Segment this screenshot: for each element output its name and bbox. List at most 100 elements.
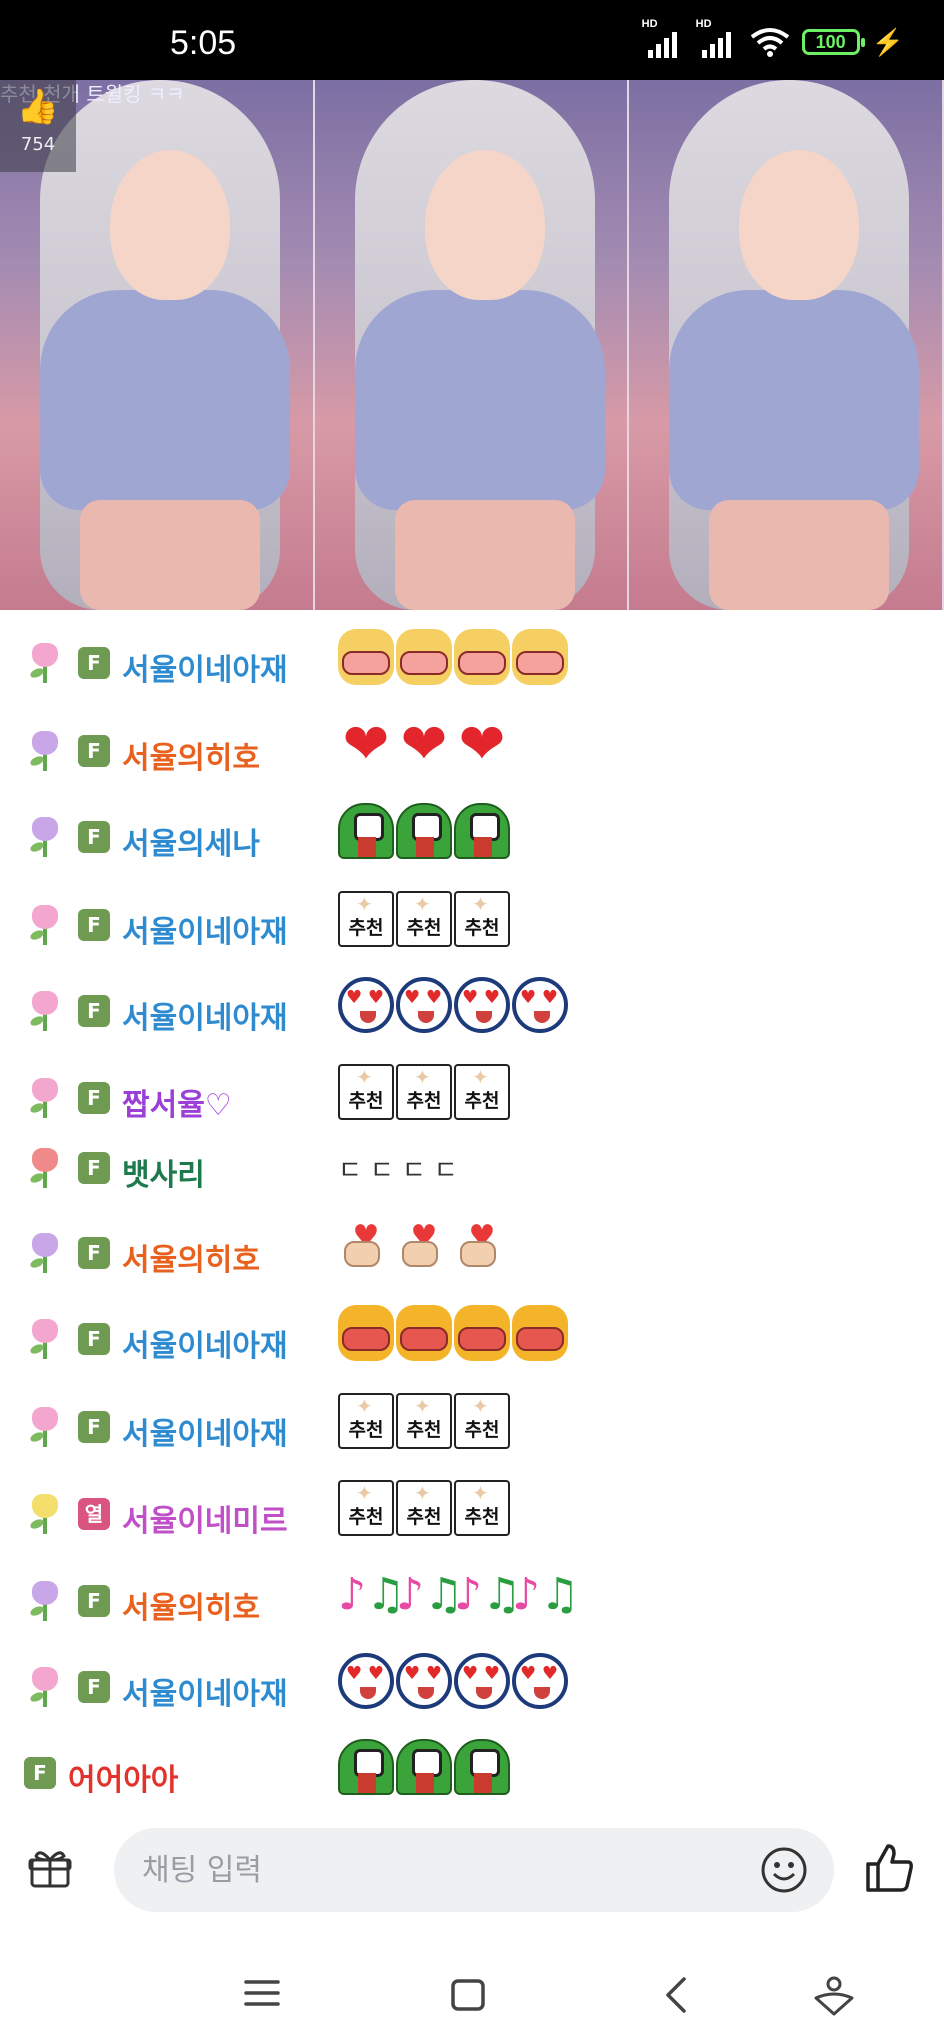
big-mouth-emoticon bbox=[512, 1305, 568, 1361]
emoticon-text: 추천 bbox=[464, 1506, 500, 1528]
emoticon-group bbox=[338, 1737, 510, 1797]
chat-nickname[interactable]: 서율의세나 bbox=[122, 819, 260, 863]
chat-message-row[interactable]: 열 서율이네미르 ✦ 추천 ✦ 추천 ✦ 추천 bbox=[0, 1466, 944, 1546]
finger-heart-emoticon: ♥ bbox=[338, 1219, 394, 1275]
chat-nickname[interactable]: 서율이네아재 bbox=[122, 1669, 288, 1713]
tulip-purple-icon bbox=[28, 1233, 62, 1273]
emoticon-text: 추천 bbox=[348, 1506, 384, 1528]
tulip-pink-icon bbox=[28, 1078, 62, 1118]
chat-nickname[interactable]: 서율의히호 bbox=[122, 1235, 260, 1279]
chat-input-bar bbox=[0, 1810, 944, 1930]
emoticon-group: ✦ 추천 ✦ 추천 ✦ 추천 bbox=[338, 1391, 510, 1451]
menu-icon[interactable] bbox=[244, 1978, 280, 2008]
live-video[interactable] bbox=[0, 80, 944, 610]
like-button-icon[interactable] bbox=[864, 1842, 916, 1894]
music-note-emoticon: ♪♫ bbox=[512, 1569, 580, 1620]
laughing-mouth-emoticon bbox=[338, 629, 394, 685]
red-heart-emoticon: ❤ bbox=[342, 712, 390, 777]
sparkle-icon: ✦ bbox=[472, 892, 489, 916]
chat-nickname[interactable]: 서율이네아재 bbox=[122, 645, 288, 689]
chat-message-row[interactable]: F 서율의히호 ❤ ❤ ❤ bbox=[0, 703, 944, 783]
tulip-pink-icon bbox=[28, 1319, 62, 1359]
tulip-yellow-icon bbox=[28, 1494, 62, 1534]
chat-message-row[interactable]: F 서율이네아재 ✦ 추천 ✦ 추천 ✦ 추천 bbox=[0, 1379, 944, 1459]
big-mouth-emoticon bbox=[338, 1305, 394, 1361]
chat-message-row[interactable]: F 뱃사리 ㄷㄷㄷㄷ bbox=[0, 1120, 944, 1200]
assistant-icon[interactable] bbox=[812, 1974, 856, 2018]
thumbs-up-icon: 👍 bbox=[16, 87, 60, 127]
chat-nickname[interactable]: 서율이네아재 bbox=[122, 1321, 288, 1365]
emoticon-text: 추천 bbox=[464, 1090, 500, 1112]
chat-input[interactable] bbox=[114, 1828, 834, 1912]
emoticon-group bbox=[338, 975, 568, 1035]
green-frog-emoticon bbox=[338, 1739, 394, 1795]
green-frog-emoticon bbox=[338, 803, 394, 859]
emoticon-text: 추천 bbox=[464, 917, 500, 939]
emoticon-group: ✦ 추천 ✦ 추천 ✦ 추천 bbox=[338, 1062, 510, 1122]
heart-eyes-face-emoticon bbox=[338, 1653, 394, 1709]
chat-message-row[interactable]: F 서율이네아재 ✦ 추천 ✦ 추천 ✦ 추천 bbox=[0, 877, 944, 957]
sparkle-icon: ✦ bbox=[472, 1394, 489, 1418]
chat-nickname[interactable]: 서율이네아재 bbox=[122, 907, 288, 951]
chat-message-row[interactable]: F 서율의히호 ♥ ♥ ♥ bbox=[0, 1205, 944, 1285]
chat-message-row[interactable]: F 서율의세나 bbox=[0, 789, 944, 869]
chuchun-emoticon: ✦ 추천 bbox=[338, 1064, 394, 1120]
chat-message-row[interactable]: F 서율이네아재 bbox=[0, 963, 944, 1043]
fan-badge: 열 bbox=[78, 1498, 110, 1530]
sparkle-icon: ✦ bbox=[356, 892, 373, 916]
chat-message-row[interactable]: F 서율이네아재 bbox=[0, 1291, 944, 1371]
status-time: 5:05 bbox=[170, 24, 237, 62]
heart-eyes-face-emoticon bbox=[396, 1653, 452, 1709]
heart-eyes-face-emoticon bbox=[454, 977, 510, 1033]
fan-badge: F bbox=[78, 735, 110, 767]
finger-heart-emoticon: ♥ bbox=[454, 1219, 510, 1275]
chuchun-emoticon: ✦ 추천 bbox=[454, 1480, 510, 1536]
fan-badge: F bbox=[78, 1585, 110, 1617]
green-frog-emoticon bbox=[454, 803, 510, 859]
chuchun-emoticon: ✦ 추천 bbox=[396, 1064, 452, 1120]
battery-level: 100 bbox=[815, 32, 846, 52]
emoji-icon[interactable] bbox=[760, 1846, 808, 1894]
like-counter[interactable]: 👍 754 bbox=[0, 80, 76, 172]
chat-nickname[interactable]: 서율이네아재 bbox=[122, 1409, 288, 1453]
chuchun-emoticon: ✦ 추천 bbox=[454, 891, 510, 947]
back-icon[interactable] bbox=[660, 1976, 692, 2014]
chat-message-row[interactable]: F 짭서율♡ ✦ 추천 ✦ 추천 ✦ 추천 bbox=[0, 1050, 944, 1130]
chat-nickname[interactable]: 뱃사리 bbox=[122, 1150, 205, 1194]
like-count: 754 bbox=[20, 134, 56, 155]
laughing-mouth-emoticon bbox=[396, 629, 452, 685]
finger-heart-emoticon: ♥ bbox=[396, 1219, 452, 1275]
fan-badge: F bbox=[78, 821, 110, 853]
chat-message-row[interactable]: F 서율의히호 ♪♫ ♪♫ ♪♫ ♪♫ bbox=[0, 1553, 944, 1633]
fan-badge: F bbox=[78, 909, 110, 941]
fan-badge: F bbox=[78, 647, 110, 679]
cellular-signal-icon-2: HD bbox=[696, 18, 738, 58]
emoticon-text: 추천 bbox=[348, 1090, 384, 1112]
chat-message-row[interactable]: F 서율이네아재 bbox=[0, 615, 944, 695]
fan-badge: F bbox=[78, 1237, 110, 1269]
fan-badge: F bbox=[78, 1152, 110, 1184]
chat-message-row[interactable]: F 서율이네아재 bbox=[0, 1639, 944, 1719]
wifi-icon bbox=[750, 28, 789, 57]
home-icon[interactable] bbox=[450, 1978, 486, 2012]
chuchun-emoticon: ✦ 추천 bbox=[396, 891, 452, 947]
chat-list[interactable]: F 서율이네아재 F 서율의히호 ❤ ❤ ❤ F 서율의세나 F 서율이네아재 ✦ 추천 ✦ 추천 ✦ 추천 F 서… bbox=[0, 615, 944, 1800]
chat-nickname[interactable]: 어어아아 bbox=[68, 1755, 178, 1799]
sparkle-icon: ✦ bbox=[414, 892, 431, 916]
chat-nickname[interactable]: 서율이네아재 bbox=[122, 993, 288, 1037]
chuchun-emoticon: ✦ 추천 bbox=[454, 1064, 510, 1120]
chat-nickname[interactable]: 서율의히호 bbox=[122, 1583, 260, 1627]
chat-message-row[interactable]: F 어어아아 bbox=[0, 1725, 944, 1805]
tulip-pink-icon bbox=[28, 905, 62, 945]
emoticon-group bbox=[338, 1303, 568, 1363]
chat-nickname[interactable]: 짭서율♡ bbox=[122, 1080, 232, 1124]
chat-nickname[interactable]: 서율이네미르 bbox=[122, 1496, 288, 1540]
emoticon-text: 추천 bbox=[406, 1419, 442, 1441]
status-icons: HD HD 100 ⚡ bbox=[642, 18, 904, 58]
emoticon-group bbox=[338, 1651, 568, 1711]
gift-icon[interactable] bbox=[28, 1846, 72, 1890]
red-heart-emoticon: ❤ bbox=[400, 712, 448, 777]
sparkle-icon: ✦ bbox=[414, 1394, 431, 1418]
chat-nickname[interactable]: 서율의히호 bbox=[122, 733, 260, 777]
fan-badge: F bbox=[78, 995, 110, 1027]
